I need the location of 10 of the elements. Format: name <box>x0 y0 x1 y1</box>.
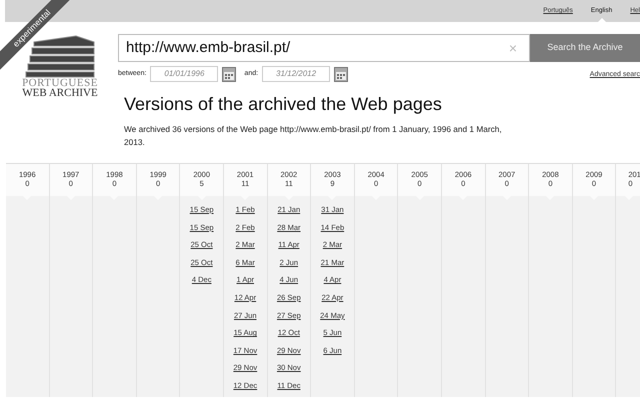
date-field[interactable]: 01/01/1996 <box>150 66 218 82</box>
logo-text: PORTUGUESE <box>22 78 98 88</box>
calendar-icon[interactable] <box>334 66 348 82</box>
search-button[interactable]: Search the Archive <box>530 34 640 62</box>
page-title: Versions of the archived the Web pages <box>124 93 443 116</box>
date-field[interactable]: 31/12/2012 <box>262 66 330 82</box>
calendar-icon[interactable] <box>222 66 236 82</box>
logo-text: WEB ARCHIVE <box>22 88 98 99</box>
search-field[interactable]: http://www.emb-brasil.pt/ × <box>118 34 530 62</box>
summary-text: We archived 36 versions of the Web page http://www.emb-brasil.pt/ from 1 January, 1996 and 1 March, 2013. <box>124 123 503 149</box>
